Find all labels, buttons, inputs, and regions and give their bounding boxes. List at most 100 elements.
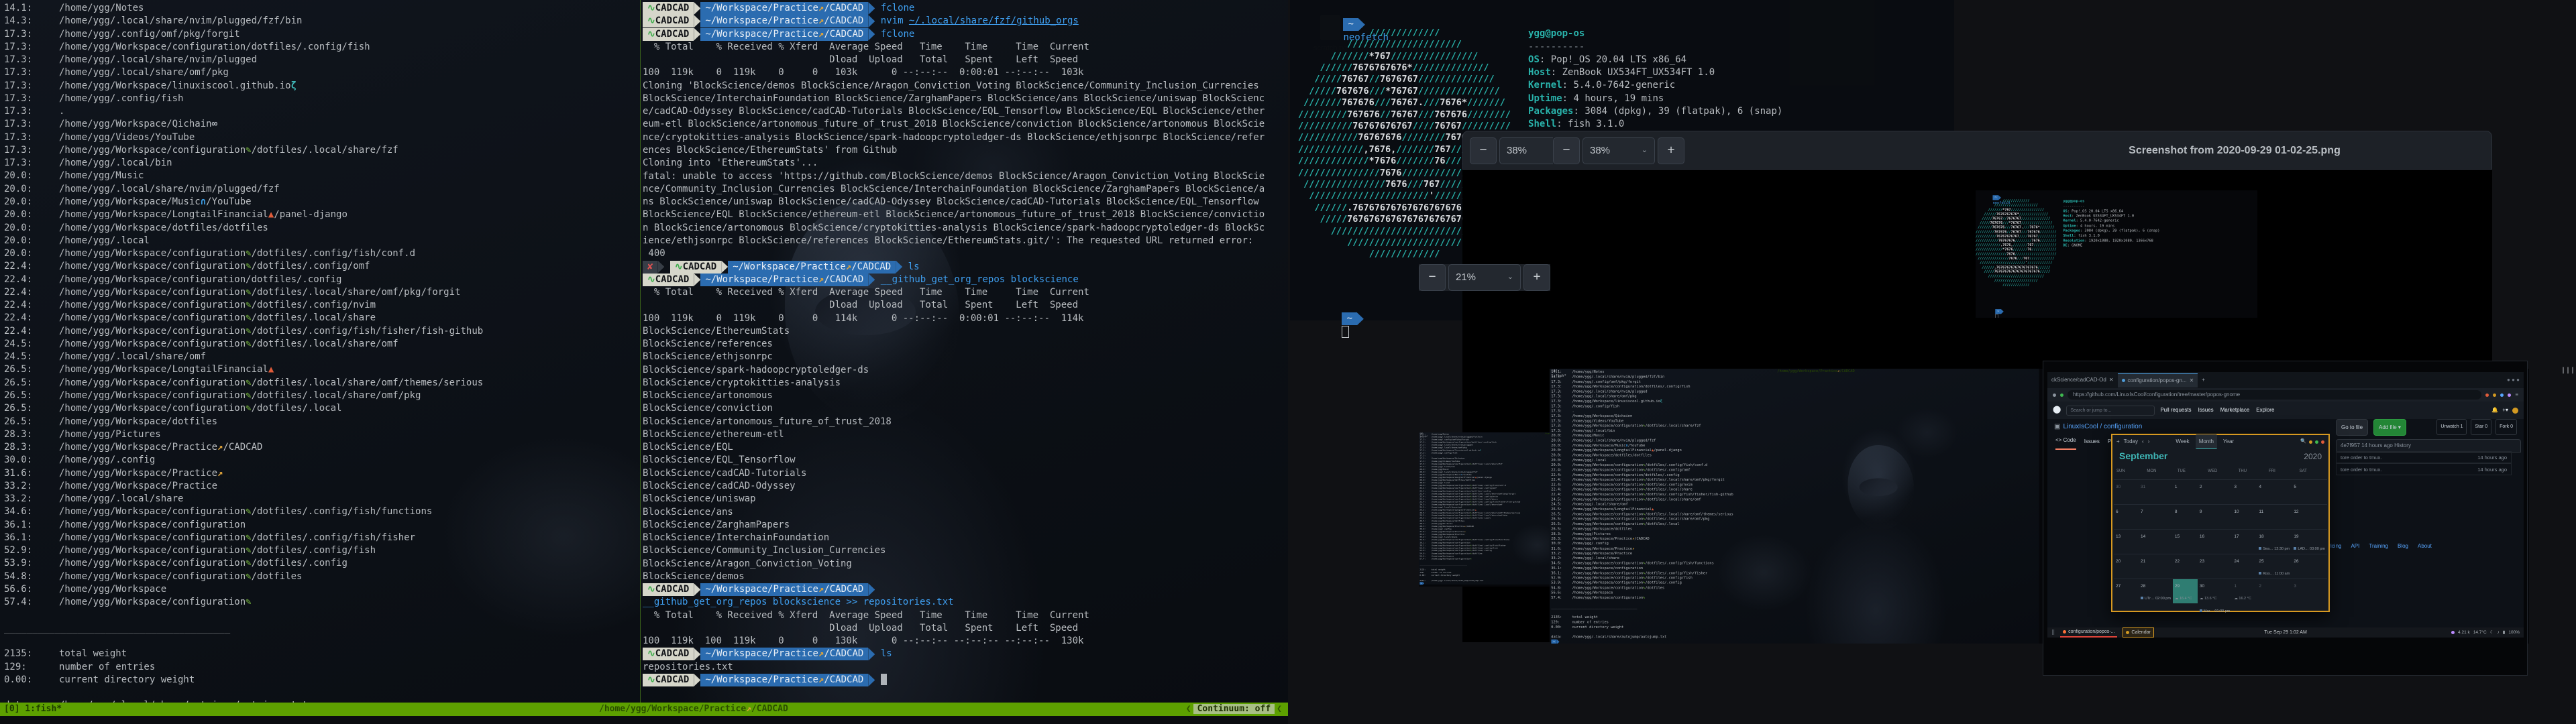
calendar-day-cell[interactable]: 2: [2198, 479, 2232, 504]
tmux-pane-autojump[interactable]: 14.1:/home/ygg/Notes14.3:/home/ygg/.loca…: [0, 0, 641, 724]
window-button[interactable]: [2315, 440, 2318, 444]
calendar-day-cell[interactable]: 22: [2173, 554, 2198, 579]
close-icon[interactable]: ✕: [2190, 374, 2194, 387]
window-button[interactable]: [2309, 440, 2312, 444]
window-button[interactable]: [2321, 440, 2324, 444]
calendar-day-cell[interactable]: 26: [2292, 554, 2327, 579]
url-field[interactable]: https://github.com/LinuxIsCool/configura…: [2068, 390, 2481, 400]
app-grid-icon[interactable]: ⣿: [2051, 626, 2055, 638]
calendar-event[interactable]: Mar… 01:00 pm: [2200, 605, 2230, 618]
extension-icon[interactable]: [2485, 394, 2489, 397]
image-viewer-front-window[interactable]: ckScience/cadCAD-Od✕ configuration/popos…: [2043, 361, 2528, 676]
calendar-day-cell[interactable]: 4: [2257, 479, 2292, 504]
taskbar-item-calendar[interactable]: Calendar: [2123, 627, 2153, 638]
window-buttons[interactable]: ● ● ●: [2507, 373, 2524, 386]
github-nav-item[interactable]: Explore: [2256, 404, 2274, 416]
zoom-in-button[interactable]: +: [1658, 137, 1684, 164]
close-icon[interactable]: ✕: [2109, 373, 2114, 386]
github-nav-item[interactable]: Issues: [2198, 404, 2214, 416]
calendar-day-cell[interactable]: 30☁ 13.6 °CMar… 01:00 pm: [2198, 579, 2232, 603]
calendar-day-cell[interactable]: 2: [2257, 579, 2292, 603]
calendar-day-cell[interactable]: 23: [2198, 554, 2232, 579]
calendar-day-cell[interactable]: 27: [2114, 579, 2139, 603]
calendar-day-cell[interactable]: 16: [2198, 529, 2232, 554]
calendar-day-cell[interactable]: 8: [2173, 504, 2198, 529]
calendar-day-cell[interactable]: 14: [2139, 529, 2173, 554]
calendar-day-cell[interactable]: 3: [2232, 479, 2257, 504]
footer-link[interactable]: Blog: [2398, 540, 2408, 552]
browser-tab[interactable]: ckScience/cadCAD-Od✕: [2047, 373, 2118, 387]
calendar-day-cell[interactable]: 25Kiss… 11:00 am: [2257, 554, 2292, 579]
calendar-day-cell[interactable]: 30: [2114, 479, 2139, 504]
commit-row[interactable]: tore order to tmux. 14 hours ago: [2336, 463, 2512, 475]
taskbar-item-firefox[interactable]: configuration/popos-...: [2060, 627, 2117, 638]
calendar-day-cell[interactable]: 9: [2198, 504, 2232, 529]
calendar-view-tab[interactable]: Month: [2196, 434, 2217, 449]
footer-link[interactable]: Training: [2369, 540, 2388, 552]
browser-tab-active[interactable]: configuration/popos-gn...✕: [2118, 373, 2198, 387]
avatar[interactable]: [2512, 408, 2518, 414]
taskbar-clock[interactable]: Tue Sep 29 1:02 AM: [2264, 626, 2307, 638]
calendar-day-cell[interactable]: 19LAD… 03:00 pm: [2292, 529, 2327, 554]
github-search-input[interactable]: Search or jump to...: [2066, 406, 2155, 416]
image-viewer-headerbar[interactable]: − 38% ⌄ − 38% ⌄ + Screenshot from 2020-0…: [1462, 131, 2492, 170]
commit-row[interactable]: tore order to tmux. 14 hours ago: [2336, 451, 2512, 463]
github-nav-item[interactable]: Marketplace: [2220, 404, 2250, 416]
tmux-session-window-label[interactable]: [0] 1:fish*: [4, 703, 62, 716]
repo-breadcrumb[interactable]: LinuxIsCool / configuration: [2063, 420, 2142, 433]
terminal-neofetch[interactable]: ~ neofetch ///////////// ///////////////…: [1976, 190, 2159, 291]
tmux-pane-border[interactable]: [640, 0, 641, 707]
calendar-day-cell[interactable]: 10: [2232, 504, 2257, 529]
repo-social-button[interactable]: Unwatch 1: [2436, 419, 2467, 434]
repo-social-button[interactable]: Fork 0: [2496, 419, 2517, 434]
calendar-next-button[interactable]: ›: [2148, 435, 2150, 448]
hamburger-menu-icon[interactable]: ≡: [2515, 388, 2518, 401]
tmux-pane-shell[interactable]: ∿CADCAD~/Workspace/Practice↗/CADCAD fclo…: [643, 0, 1267, 724]
firefox-url-bar[interactable]: https://github.com/LinuxIsCool/configura…: [2047, 388, 2524, 402]
calendar-day-cell[interactable]: 13: [2114, 529, 2139, 554]
calendar-widget[interactable]: + Today ‹ › WeekMonthYear 🔍 Sept: [2111, 434, 2330, 612]
zoom-level-select[interactable]: 21% ⌄: [1448, 264, 1521, 291]
repo-nav-item[interactable]: Issues: [2084, 435, 2100, 448]
calendar-day-cell[interactable]: 1: [2173, 479, 2198, 504]
plus-menu[interactable]: +▾: [2502, 404, 2508, 416]
tray-icon[interactable]: [2451, 631, 2455, 634]
extension-icon[interactable]: [2500, 394, 2504, 397]
new-tab-button[interactable]: +: [2198, 373, 2209, 387]
calendar-day-cell[interactable]: 28UTr… 02:00 pm: [2139, 579, 2173, 603]
tmux-session-window-label[interactable]: [0] 1:fish*: [1419, 432, 1428, 438]
calendar-view-tab[interactable]: Year: [2220, 434, 2237, 449]
calendar-day-cell[interactable]: 12: [2292, 504, 2327, 529]
zoom-in-button[interactable]: +: [1523, 264, 1550, 291]
calendar-day-cell[interactable]: 7: [2139, 504, 2173, 529]
repo-social-button[interactable]: Star 0: [2471, 419, 2491, 434]
zoom-out-button[interactable]: −: [1419, 264, 1446, 291]
calendar-view-tab[interactable]: Week: [2172, 434, 2192, 449]
volume-icon[interactable]: ♪: [2498, 626, 2500, 638]
zoom-out-button[interactable]: −: [1470, 137, 1497, 164]
repo-nav-item[interactable]: <> Code: [2055, 434, 2076, 449]
calendar-day-cell[interactable]: 29☁ 16.4 °C: [2173, 579, 2198, 603]
moon-icon[interactable]: ☾: [2490, 626, 2494, 638]
bell-icon[interactable]: 🔔: [2491, 404, 2498, 416]
calendar-day-cell[interactable]: 18Sea… 12:30 pm: [2257, 529, 2292, 554]
calendar-day-cell[interactable]: 5: [2292, 479, 2327, 504]
calendar-day-cell[interactable]: 3: [2292, 579, 2327, 603]
github-nav-item[interactable]: Pull requests: [2160, 404, 2191, 416]
add-file-button[interactable]: Add file ▾: [2373, 419, 2406, 436]
calendar-day-cell[interactable]: 21: [2139, 554, 2173, 579]
go-to-file-button[interactable]: Go to file: [2336, 419, 2368, 436]
zoom-level-select[interactable]: 38% ⌄: [1582, 137, 1655, 164]
calendar-day-cell[interactable]: 1☁ 16.2 °C: [2232, 579, 2257, 603]
extension-icon[interactable]: [2493, 394, 2496, 397]
calendar-day-cell[interactable]: 31: [2139, 479, 2173, 504]
calendar-add-button[interactable]: +: [2116, 435, 2120, 448]
github-logo-icon[interactable]: ⬤: [2053, 404, 2061, 416]
footer-link[interactable]: About: [2418, 540, 2432, 552]
calendar-day-cell[interactable]: 11: [2257, 504, 2292, 529]
calendar-event[interactable]: UTr… 02:00 pm: [2141, 593, 2171, 605]
calendar-day-cell[interactable]: 24: [2232, 554, 2257, 579]
tmux-session-window-label[interactable]: [0] 1:fish*: [1551, 369, 1566, 379]
calendar-day-cell[interactable]: 15: [2173, 529, 2198, 554]
footer-link[interactable]: API: [2351, 540, 2359, 552]
